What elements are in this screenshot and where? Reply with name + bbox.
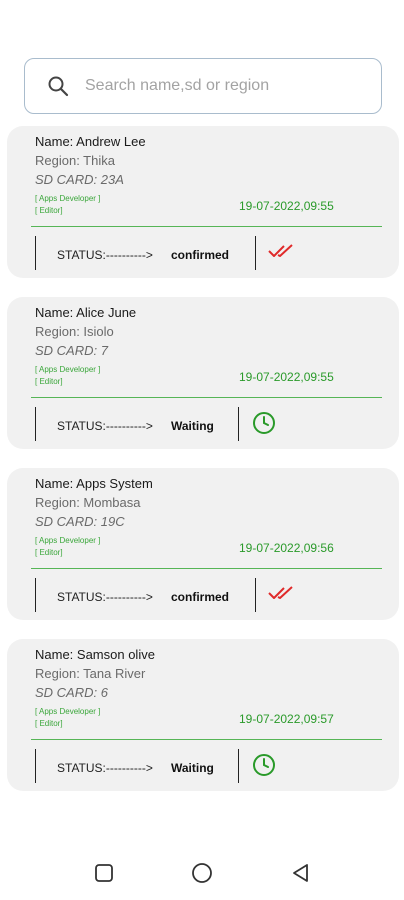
status-label: STATUS:----------> (57, 590, 153, 604)
divider (35, 407, 36, 441)
divider (35, 236, 36, 270)
entry-region: Region: Mombasa (35, 495, 141, 510)
search-icon (47, 75, 69, 97)
divider (31, 397, 382, 398)
entry-card[interactable]: Name: Samson olive Region: Tana River SD… (7, 639, 399, 791)
entry-region: Region: Isiolo (35, 324, 114, 339)
status-label: STATUS:----------> (57, 248, 153, 262)
entry-role: [ Apps Developer ] (35, 365, 101, 374)
entry-sd-card: SD CARD: 23A (35, 172, 124, 187)
system-nav-bar (0, 848, 404, 900)
entry-role: [ Apps Developer ] (35, 194, 101, 203)
home-icon[interactable] (191, 862, 213, 884)
entry-role: [ Apps Developer ] (35, 707, 101, 716)
entry-sd-card: SD CARD: 7 (35, 343, 108, 358)
entry-region: Region: Tana River (35, 666, 146, 681)
divider (35, 749, 36, 783)
entry-sd-card: SD CARD: 6 (35, 685, 108, 700)
entry-name: Name: Andrew Lee (35, 134, 146, 149)
divider (31, 739, 382, 740)
entry-card[interactable]: Name: Apps System Region: Mombasa SD CAR… (7, 468, 399, 620)
entry-timestamp: 19-07-2022,09:56 (239, 541, 334, 555)
entry-name: Name: Alice June (35, 305, 137, 320)
status-value: Waiting (171, 761, 214, 775)
divider (255, 236, 256, 270)
double-check-icon (267, 240, 297, 267)
entry-card[interactable]: Name: Alice June Region: Isiolo SD CARD:… (7, 297, 399, 449)
clock-icon (252, 411, 276, 440)
divider (31, 226, 382, 227)
divider (238, 407, 239, 441)
entry-role: [ Editor] (35, 719, 63, 728)
divider (31, 568, 382, 569)
entry-sd-card: SD CARD: 19C (35, 514, 125, 529)
entry-role: [ Editor] (35, 206, 63, 215)
entry-name: Name: Apps System (35, 476, 153, 491)
entry-timestamp: 19-07-2022,09:55 (239, 199, 334, 213)
double-check-icon (267, 582, 297, 609)
entry-name: Name: Samson olive (35, 647, 155, 662)
status-value: confirmed (171, 248, 230, 262)
entry-card[interactable]: Name: Andrew Lee Region: Thika SD CARD: … (7, 126, 399, 278)
entry-role: [ Editor] (35, 548, 63, 557)
divider (35, 578, 36, 612)
status-value: Waiting (171, 419, 214, 433)
back-icon[interactable] (290, 862, 312, 884)
search-input[interactable] (85, 69, 375, 103)
entry-role: [ Editor] (35, 377, 63, 386)
recent-apps-icon[interactable] (93, 862, 115, 884)
status-label: STATUS:----------> (57, 419, 153, 433)
entry-role: [ Apps Developer ] (35, 536, 101, 545)
divider (238, 749, 239, 783)
clock-icon (252, 753, 276, 782)
status-value: confirmed (171, 590, 230, 604)
entry-timestamp: 19-07-2022,09:55 (239, 370, 334, 384)
divider (255, 578, 256, 612)
entry-timestamp: 19-07-2022,09:57 (239, 712, 334, 726)
search-bar[interactable] (24, 58, 382, 114)
entry-region: Region: Thika (35, 153, 115, 168)
status-label: STATUS:----------> (57, 761, 153, 775)
